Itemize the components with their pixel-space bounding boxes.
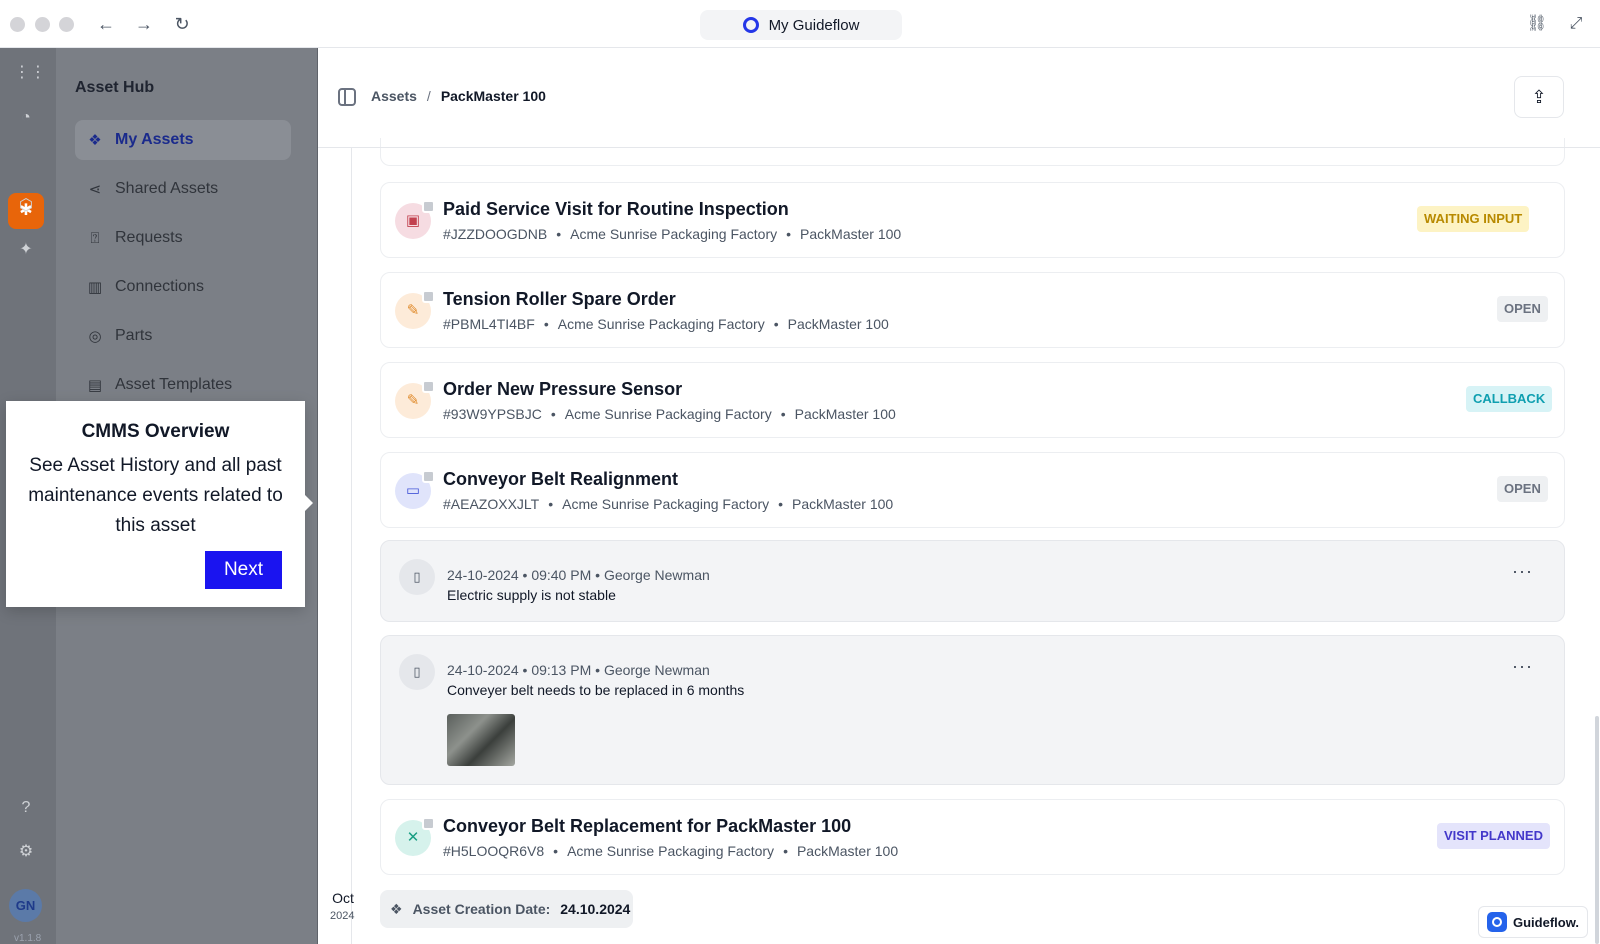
window-close-button[interactable] <box>10 17 25 32</box>
ticket-title: Conveyor Belt Realignment <box>443 469 679 489</box>
panel-toggle-icon[interactable] <box>338 88 356 106</box>
status-badge: OPEN <box>1497 476 1548 502</box>
status-badge: WAITING INPUT <box>1417 206 1530 232</box>
sidebar-item-my-assets[interactable]: ❖ My Assets <box>75 120 291 160</box>
note-card: ▯ 24-10-2024 • 09:13 PM • George Newman … <box>380 635 1565 785</box>
timeline-month: Oct <box>332 890 354 906</box>
scrollbar[interactable] <box>1595 716 1599 944</box>
asset-icon: ❖ <box>390 900 403 917</box>
export-icon: ⇪ <box>1531 87 1547 107</box>
ticket-card[interactable]: ▭ Conveyor Belt Realignment #AEAZOXXJLT •… <box>380 452 1565 528</box>
building-icon: ▥ <box>87 279 103 296</box>
next-button[interactable]: Next <box>205 551 282 589</box>
status-badge: CALLBACK <box>1466 386 1553 412</box>
window-maximize-button[interactable] <box>59 17 74 32</box>
more-options-icon[interactable]: ··· <box>1512 656 1533 677</box>
tools-icon: ✕ <box>395 817 435 856</box>
avatar[interactable]: GN <box>9 889 42 922</box>
sparkle-icon[interactable]: ✦ <box>14 238 38 262</box>
topbar: Assets / PackMaster 100 ⇪ <box>318 48 1600 148</box>
forward-arrow-icon[interactable]: → <box>132 12 156 36</box>
window-minimize-button[interactable] <box>35 17 50 32</box>
sidebar-item-label: Connections <box>115 278 204 295</box>
status-badge: OPEN <box>1497 296 1548 322</box>
sidebar-item-label: Shared Assets <box>115 180 219 197</box>
note-avatar-icon: ▯ <box>399 559 435 595</box>
ticket-title: Conveyor Belt Replacement for PackMaster… <box>443 816 852 836</box>
sidebar-item-label: My Assets <box>115 131 194 148</box>
note-avatar-icon: ▯ <box>399 654 435 690</box>
tooltip-body: See Asset History and all past maintenan… <box>28 455 283 536</box>
breadcrumb-assets-link[interactable]: Assets <box>371 88 417 104</box>
sidebar-title: Asset Hub <box>75 79 155 96</box>
export-button[interactable]: ⇪ <box>1514 76 1564 118</box>
version-label: v1.1.8 <box>14 933 42 944</box>
folder-icon: ▭ <box>395 470 435 509</box>
creation-label: Asset Creation Date: <box>412 901 551 917</box>
status-badge: VISIT PLANNED <box>1437 823 1550 849</box>
guideflow-logo-icon <box>742 17 759 33</box>
sidebar-item-label: Requests <box>115 229 183 246</box>
ticket-meta: #AEAZOXXJLT • Acme Sunrise Packaging Facto… <box>443 496 894 512</box>
apps-grid-icon[interactable]: ⋮⋮ <box>14 61 46 85</box>
sidebar-item-shared-assets[interactable]: ⋖ Shared Assets <box>75 169 291 209</box>
my-assets-icon: ❖ <box>88 132 102 149</box>
ticket-title: Paid Service Visit for Routine Inspectio… <box>443 199 789 219</box>
back-arrow-icon[interactable]: ← <box>94 12 118 36</box>
ticket-title: Tension Roller Spare Order <box>443 289 676 309</box>
ticket-meta: #JZZDOOGDNB • Acme Sunrise Packaging Facto… <box>443 226 902 242</box>
note-text: Conveyer belt needs to be replaced in 6 … <box>447 682 745 698</box>
note-meta: 24-10-2024 • 09:13 PM • George Newman <box>447 662 710 678</box>
help-icon[interactable]: ? <box>14 796 38 820</box>
note-image-thumbnail[interactable] <box>447 714 515 766</box>
ticket-meta: #H5LOOQR6V8 • Acme Sunrise Packaging Facto… <box>443 843 899 859</box>
main-content: Assets / PackMaster 100 ⇪ ▣ Paid Service… <box>318 48 1600 944</box>
tour-tooltip: CMMS Overview See Asset History and all … <box>6 401 313 607</box>
ticket-title: Order New Pressure Sensor <box>443 379 683 399</box>
gear-icon[interactable]: ⚙ <box>14 840 38 864</box>
asset-creation-date: ❖ Asset Creation Date: 24.10.2024 <box>380 890 633 928</box>
guideflow-badge[interactable]: Guideflow. <box>1478 906 1588 938</box>
page-title: My Guideflow <box>768 16 860 34</box>
breadcrumb: Assets / PackMaster 100 <box>371 88 546 104</box>
3d-icon[interactable]: ⬡ <box>14 194 38 218</box>
more-options-icon[interactable]: ··· <box>1512 561 1533 582</box>
expand-icon[interactable]: ⤢ <box>1565 13 1587 35</box>
tooltip-title: CMMS Overview <box>81 421 230 442</box>
note-meta: 24-10-2024 • 09:40 PM • George Newman <box>447 567 710 583</box>
template-icon: ▤ <box>87 377 103 394</box>
parts-icon: ◎ <box>88 328 102 345</box>
note-card: ▯ 24-10-2024 • 09:40 PM • George Newman … <box>380 540 1565 622</box>
sidebar-item-requests[interactable]: ⍰ Requests <box>75 218 291 258</box>
link-icon[interactable]: ⛓ <box>1526 13 1548 35</box>
sidebar-item-asset-templates[interactable]: ▤ Asset Templates <box>75 365 291 405</box>
guideflow-logo-icon <box>1487 912 1507 932</box>
ticket-card[interactable]: ▣ Paid Service Visit for Routine Inspect… <box>380 182 1565 258</box>
sidebar-item-label: Asset Templates <box>115 376 233 393</box>
reload-icon[interactable]: ↻ <box>170 12 194 36</box>
wrench-icon: ✎ <box>395 290 435 329</box>
question-icon: ⍰ <box>90 229 100 247</box>
sidebar-item-parts[interactable]: ◎ Parts <box>75 316 291 356</box>
sidebar-item-connections[interactable]: ▥ Connections <box>75 267 291 307</box>
analytics-icon[interactable]: ◔ <box>14 106 38 130</box>
share-icon: ⋖ <box>88 181 102 198</box>
address-bar[interactable]: My Guideflow <box>700 10 902 40</box>
ticket-card[interactable]: ✕ Conveyor Belt Replacement for PackMast… <box>380 799 1565 875</box>
sidebar-item-label: Parts <box>115 327 153 344</box>
ticket-card[interactable]: ✎ Tension Roller Spare Order #PBML4TI4BF… <box>380 272 1565 348</box>
clipboard-icon: ▣ <box>395 200 435 239</box>
breadcrumb-current: PackMaster 100 <box>440 88 546 104</box>
timeline-line <box>351 148 352 944</box>
note-text: Electric supply is not stable <box>447 587 616 603</box>
timeline-year: 2024 <box>330 910 355 922</box>
creation-value: 24.10.2024 <box>560 901 631 917</box>
ticket-card[interactable]: ✎ Order New Pressure Sensor #93W9YPSBJC •… <box>380 362 1565 438</box>
breadcrumb-separator: / <box>426 88 431 104</box>
wrench-icon: ✎ <box>395 380 435 419</box>
browser-chrome: ← → ↻ My Guideflow ⛓ ⤢ <box>0 0 1600 48</box>
ticket-meta: #PBML4TI4BF • Acme Sunrise Packaging Facto… <box>443 316 889 332</box>
ticket-meta: #93W9YPSBJC • Acme Sunrise Packaging Facto… <box>443 406 896 422</box>
guideflow-badge-label: Guideflow. <box>1513 914 1579 930</box>
